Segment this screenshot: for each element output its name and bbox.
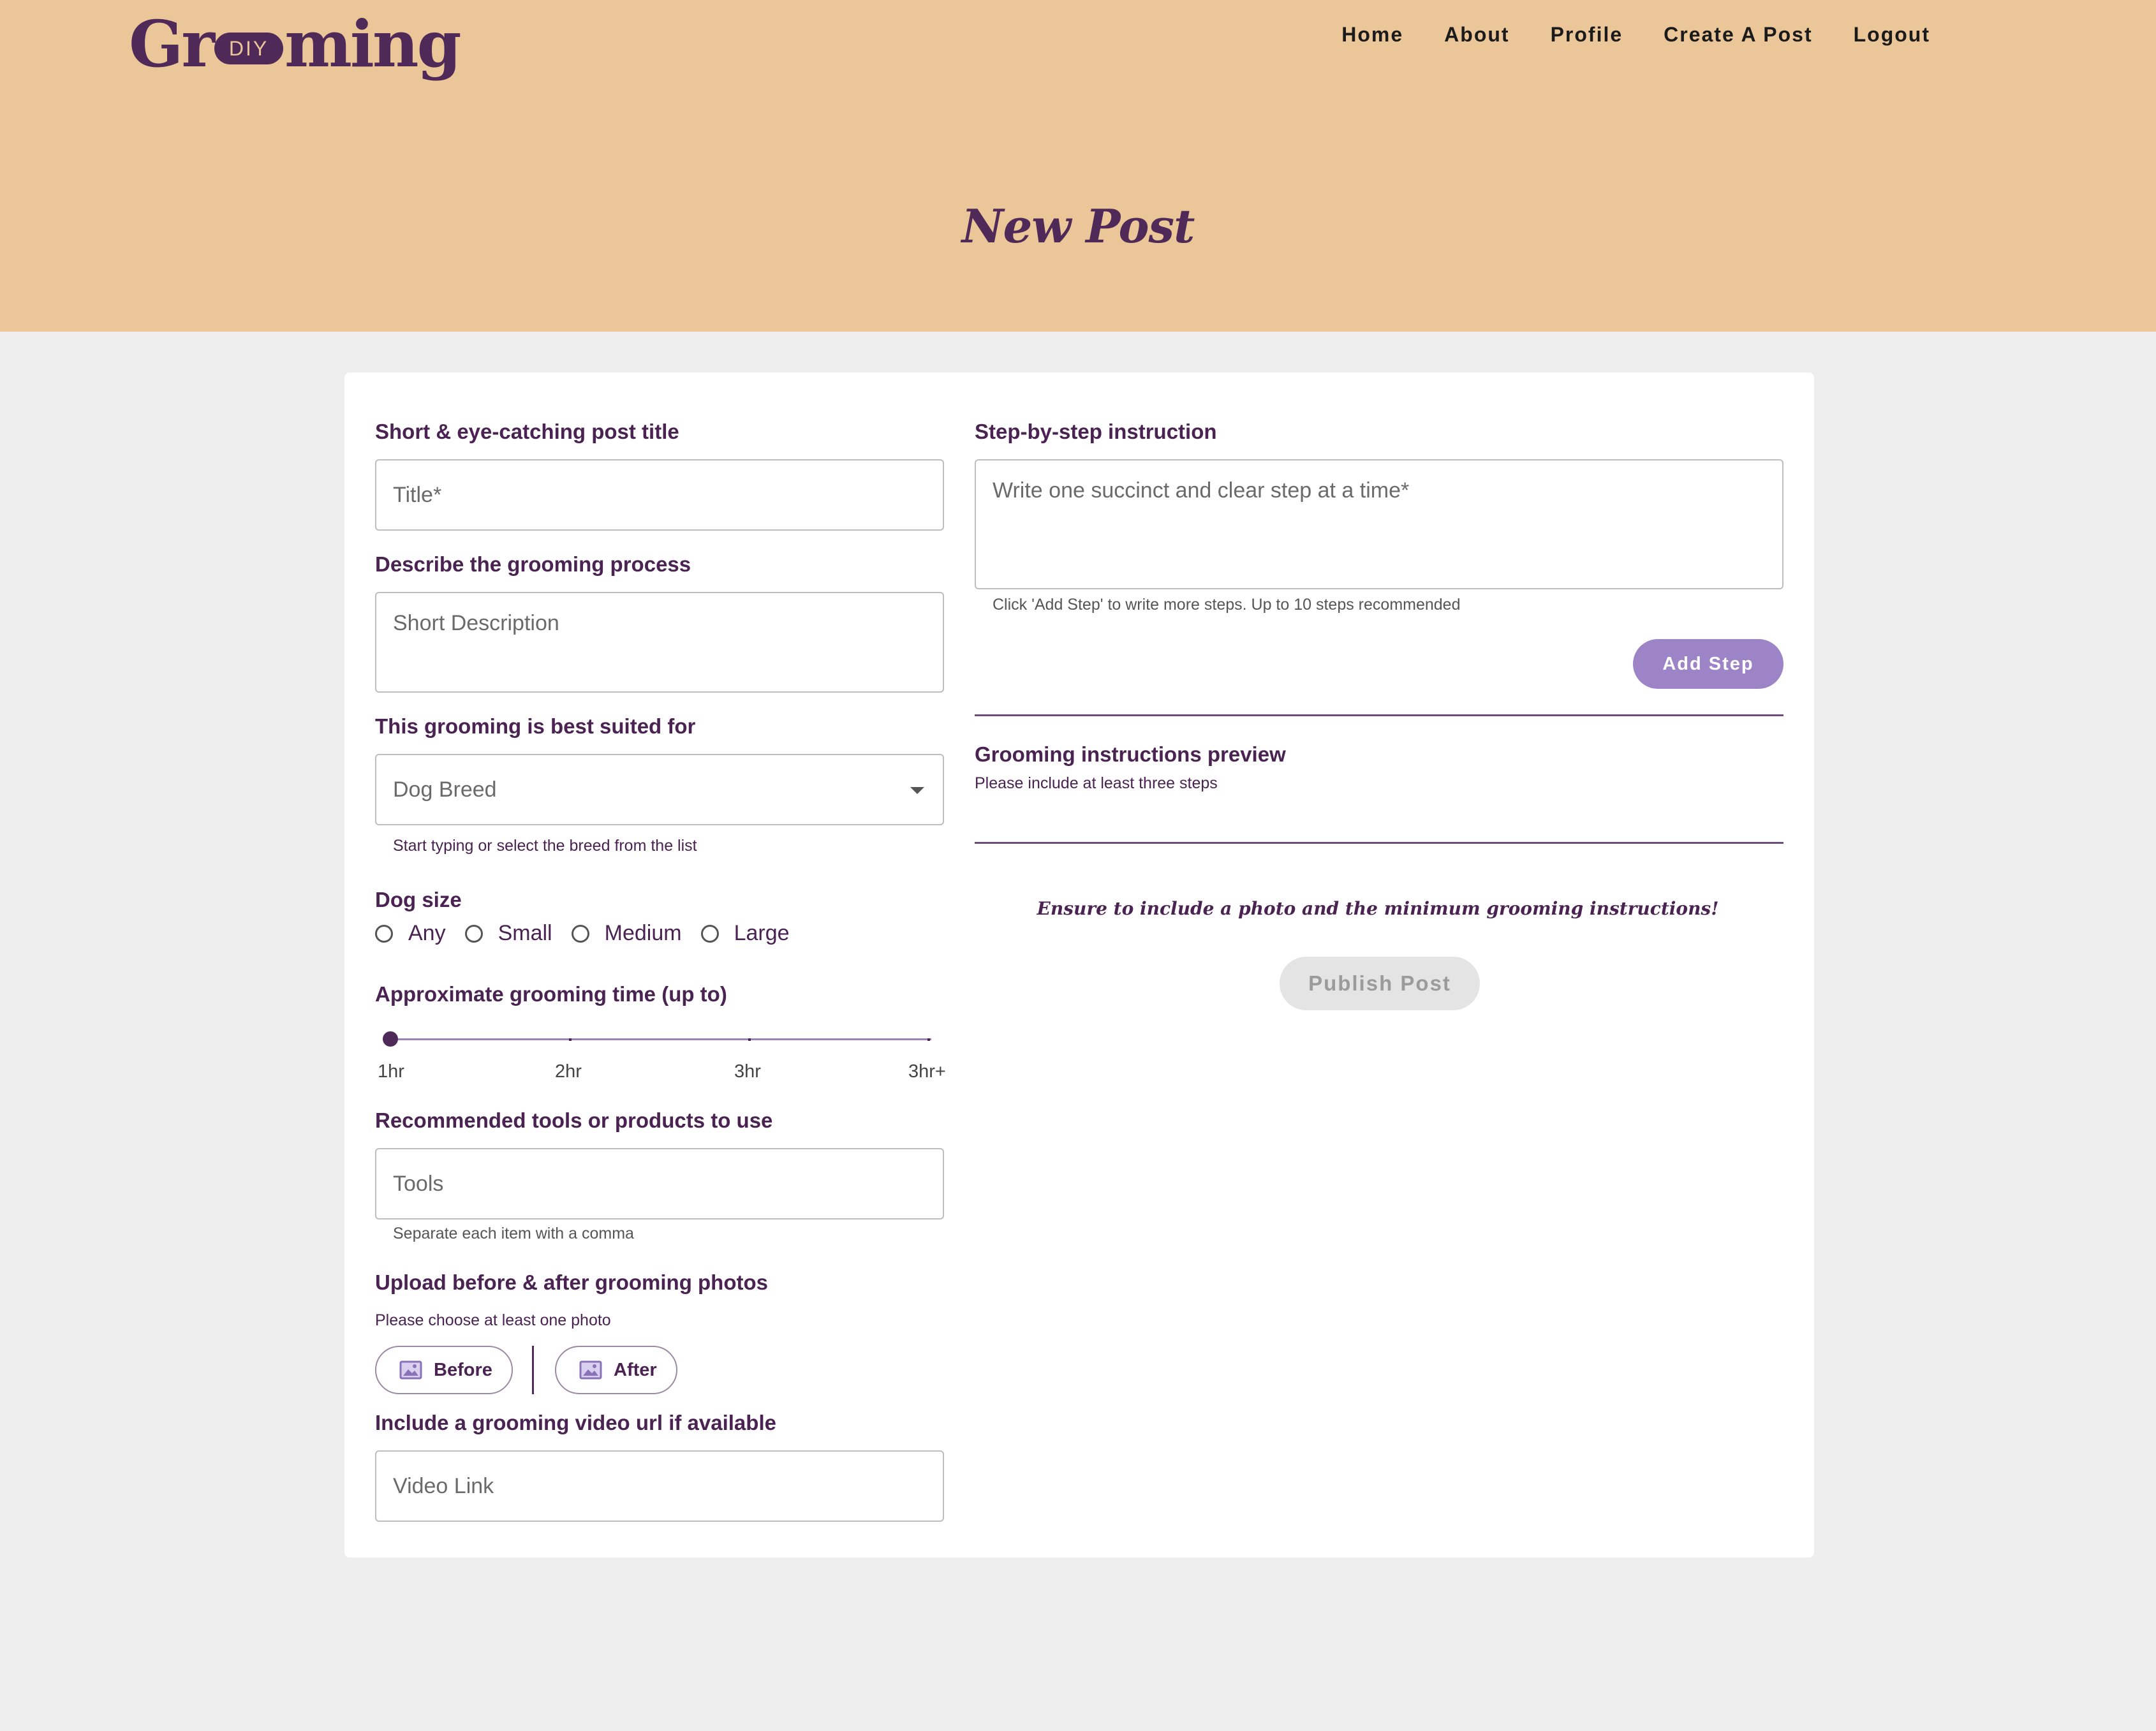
tools-input[interactable]: [375, 1148, 944, 1219]
description-textarea[interactable]: [375, 592, 944, 693]
nav-about[interactable]: About: [1444, 23, 1509, 47]
publish-warning: Ensure to include a photo and the minimu…: [1037, 898, 1719, 919]
add-step-button[interactable]: Add Step: [1633, 639, 1783, 689]
radio-circle[interactable]: [464, 924, 483, 943]
description-label: Describe the grooming process: [375, 552, 691, 576]
size-radio-medium[interactable]: Medium: [571, 921, 682, 946]
title-label: Short & eye-catching post title: [375, 420, 679, 443]
slider-tick: [748, 1038, 751, 1041]
size-radio-large[interactable]: Large: [700, 921, 790, 946]
step-textarea[interactable]: [975, 459, 1783, 589]
photos-label: Upload before & after grooming photos: [375, 1271, 768, 1294]
main-nav: Home About Profile Create A Post Logout: [1341, 23, 1930, 47]
time-label-2hr: 2hr: [555, 1061, 582, 1082]
nav-profile[interactable]: Profile: [1551, 23, 1623, 47]
photos-hint: Please choose at least one photo: [375, 1311, 611, 1329]
page-title: New Post: [961, 199, 1195, 253]
time-label-3hr: 3hr: [734, 1061, 761, 1082]
image-icon: [399, 1360, 422, 1380]
size-radio-group: Any Small Medium Large: [375, 921, 809, 946]
preview-hint: Please include at least three steps: [975, 774, 1218, 792]
time-label: Approximate grooming time (up to): [375, 982, 727, 1006]
image-icon: [579, 1360, 602, 1380]
breed-hint: Start typing or select the breed from th…: [393, 837, 697, 855]
photo-divider: [532, 1346, 534, 1394]
preview-divider-top: [975, 714, 1783, 716]
time-slider-track[interactable]: [390, 1038, 931, 1040]
time-label-1hr: 1hr: [378, 1061, 404, 1082]
logo-badge: DIY: [214, 33, 284, 64]
size-radio-small[interactable]: Small: [464, 921, 552, 946]
radio-circle[interactable]: [375, 924, 393, 943]
preview-divider-bottom: [975, 842, 1783, 844]
video-label: Include a grooming video url if availabl…: [375, 1411, 776, 1434]
radio-label: Medium: [604, 921, 682, 945]
before-photo-button[interactable]: Before: [375, 1346, 513, 1394]
logo-text-right: ming: [284, 6, 461, 82]
slider-tick: [927, 1038, 930, 1041]
caret-down-icon[interactable]: [910, 787, 924, 794]
radio-label: Large: [734, 921, 790, 945]
time-label-3hr-plus: 3hr+: [908, 1061, 946, 1082]
steps-label: Step-by-step instruction: [975, 420, 1217, 443]
before-label: Before: [434, 1359, 492, 1380]
preview-label: Grooming instructions preview: [975, 742, 1286, 766]
title-input[interactable]: [375, 459, 944, 531]
size-radio-any[interactable]: Any: [375, 921, 446, 946]
nav-logout[interactable]: Logout: [1854, 23, 1930, 47]
publish-post-button[interactable]: Publish Post: [1280, 957, 1480, 1010]
tools-label: Recommended tools or products to use: [375, 1109, 773, 1132]
breed-label: This grooming is best suited for: [375, 714, 696, 738]
tools-hint: Separate each item with a comma: [393, 1225, 634, 1242]
video-link-input[interactable]: [375, 1450, 944, 1522]
after-label: After: [614, 1359, 657, 1380]
radio-circle[interactable]: [700, 924, 719, 943]
size-label: Dog size: [375, 888, 462, 911]
time-slider-thumb[interactable]: [383, 1031, 398, 1047]
nav-create-post[interactable]: Create A Post: [1664, 23, 1812, 47]
new-post-form-card: Short & eye-catching post title Describe…: [344, 372, 1814, 1558]
nav-home[interactable]: Home: [1341, 23, 1403, 47]
slider-tick: [569, 1038, 572, 1041]
logo-text-left: Gr: [129, 6, 215, 82]
after-photo-button[interactable]: After: [555, 1346, 677, 1394]
radio-label: Any: [408, 921, 446, 945]
header: Gr DIY ming Home About Profile Create A …: [0, 0, 2156, 332]
radio-circle[interactable]: [571, 924, 589, 943]
breed-select[interactable]: [375, 754, 944, 825]
logo[interactable]: Gr DIY ming: [129, 6, 462, 82]
steps-hint: Click 'Add Step' to write more steps. Up…: [993, 596, 1461, 614]
radio-label: Small: [498, 921, 552, 945]
